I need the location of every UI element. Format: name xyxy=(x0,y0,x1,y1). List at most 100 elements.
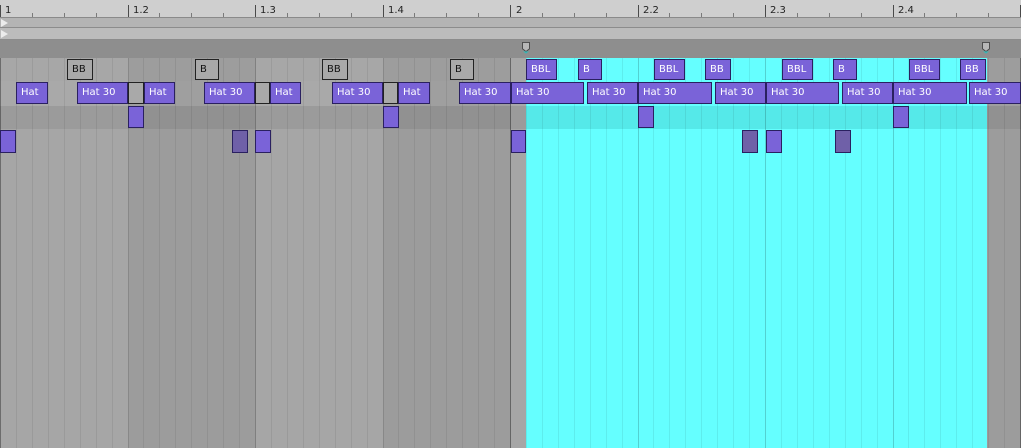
grid-line xyxy=(956,58,957,448)
ruler-sub-tick xyxy=(478,13,479,17)
grid-line xyxy=(112,58,113,448)
clip[interactable] xyxy=(128,82,144,104)
clip[interactable] xyxy=(383,106,399,128)
grid-line xyxy=(191,58,192,448)
clip[interactable]: Hat 30 xyxy=(511,82,584,104)
grid-line xyxy=(0,58,1,448)
grid-line xyxy=(351,58,352,448)
grid-line xyxy=(64,58,65,448)
grid-line xyxy=(861,58,862,448)
clip[interactable]: BBL xyxy=(654,59,685,80)
clip[interactable]: Hat xyxy=(16,82,48,104)
locator-strip[interactable] xyxy=(0,28,1021,40)
ruler-sub-tick xyxy=(542,13,543,17)
ruler-sub-tick xyxy=(701,13,702,17)
clip[interactable]: Hat xyxy=(144,82,175,104)
ruler-beat-tick xyxy=(510,5,511,17)
grid-line xyxy=(239,58,240,448)
clip[interactable]: Hat 30 xyxy=(638,82,712,104)
ruler-label: 1 xyxy=(5,5,12,16)
grid-line xyxy=(223,58,224,448)
clip[interactable] xyxy=(255,130,271,153)
clip[interactable]: BBL xyxy=(526,59,557,80)
clip[interactable]: B xyxy=(833,59,857,80)
clip[interactable]: B xyxy=(578,59,602,80)
ruler-label: 2.4 xyxy=(898,5,914,16)
loop-start-marker-icon[interactable] xyxy=(522,42,530,54)
ruler-sub-tick xyxy=(351,13,352,17)
ruler-label: 2.3 xyxy=(770,5,786,16)
ruler-sub-tick xyxy=(797,13,798,17)
ruler-label: 1.4 xyxy=(388,5,404,16)
clip[interactable]: BB xyxy=(705,59,731,80)
clip[interactable] xyxy=(742,130,758,153)
play-triangle-icon[interactable] xyxy=(1,19,8,27)
grid-line xyxy=(319,58,320,448)
clip[interactable] xyxy=(0,130,16,153)
clip[interactable] xyxy=(893,106,909,128)
scrub-area[interactable] xyxy=(0,18,1021,28)
loop-end-marker-icon[interactable] xyxy=(982,42,990,54)
ruler-sub-tick xyxy=(96,13,97,17)
grid-line xyxy=(526,58,527,448)
clip[interactable]: BB xyxy=(67,59,93,80)
clip[interactable]: BBL xyxy=(782,59,813,80)
grid-line xyxy=(175,58,176,448)
clip[interactable]: Hat 30 xyxy=(204,82,255,104)
play-triangle-icon[interactable] xyxy=(1,30,8,38)
clip[interactable]: B xyxy=(450,59,474,80)
ruler-sub-tick xyxy=(733,13,734,17)
clip[interactable]: BB xyxy=(960,59,986,80)
ruler-sub-tick xyxy=(829,13,830,17)
clip[interactable]: Hat 30 xyxy=(332,82,383,104)
grid-line xyxy=(733,58,734,448)
clip[interactable] xyxy=(835,130,851,153)
ruler-beat-tick xyxy=(638,5,639,17)
clip[interactable]: Hat 30 xyxy=(842,82,893,104)
grid-line xyxy=(430,58,431,448)
grid-line xyxy=(414,58,415,448)
ruler-sub-tick xyxy=(159,13,160,17)
grid-line xyxy=(877,58,878,448)
bar-shade xyxy=(384,58,511,448)
clip[interactable] xyxy=(766,130,782,153)
clip[interactable]: Hat 30 xyxy=(459,82,511,104)
clip[interactable]: Hat xyxy=(270,82,301,104)
loop-brace-lane[interactable] xyxy=(0,40,1021,58)
ruler-sub-tick xyxy=(956,13,957,17)
ruler-beat-tick xyxy=(765,5,766,17)
clip[interactable]: B xyxy=(195,59,219,80)
grid-line xyxy=(590,58,591,448)
grid-line xyxy=(271,58,272,448)
clip[interactable]: Hat 30 xyxy=(77,82,128,104)
grid-line xyxy=(813,58,814,448)
clip[interactable]: Hat 30 xyxy=(587,82,638,104)
clip[interactable]: Hat xyxy=(398,82,430,104)
grid-line xyxy=(510,58,511,448)
grid-line xyxy=(478,58,479,448)
grid-line xyxy=(988,58,989,448)
ruler-sub-tick xyxy=(861,13,862,17)
clip[interactable]: BB xyxy=(322,59,348,80)
clip[interactable] xyxy=(383,82,398,104)
grid-line xyxy=(32,58,33,448)
grid-line xyxy=(717,58,718,448)
grid-line xyxy=(48,58,49,448)
clip[interactable] xyxy=(638,106,654,128)
clip[interactable]: Hat 30 xyxy=(766,82,839,104)
ruler-beat-tick xyxy=(0,5,1,17)
beat-time-ruler[interactable]: 1 1.2 1.3 1.4 2 2.2 2.3 2.4 xyxy=(0,0,1021,18)
clip[interactable]: Hat 30 xyxy=(893,82,967,104)
grid-line xyxy=(797,58,798,448)
clip[interactable] xyxy=(255,82,270,104)
clip[interactable] xyxy=(128,106,144,128)
ruler-beat-tick xyxy=(893,5,894,17)
clip[interactable] xyxy=(232,130,248,153)
clip[interactable]: Hat 30 xyxy=(715,82,766,104)
ruler-sub-tick xyxy=(988,13,989,17)
clip[interactable]: Hat 30 xyxy=(969,82,1021,104)
time-selection-lane-highlight xyxy=(526,106,987,129)
grid-line xyxy=(622,58,623,448)
clip[interactable]: BBL xyxy=(909,59,940,80)
clip[interactable] xyxy=(511,130,526,153)
